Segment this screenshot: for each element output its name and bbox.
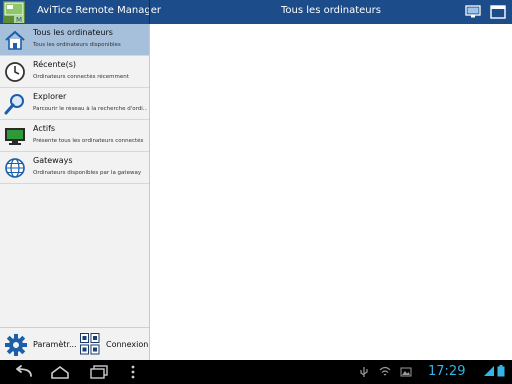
connect-button[interactable]: Connexion xyxy=(78,328,149,360)
monitor-screen-icon xyxy=(465,5,481,18)
app-title: AviTice Remote Manager xyxy=(37,5,161,16)
clock-icon xyxy=(5,62,25,82)
connect-label: Connexion xyxy=(106,340,149,349)
sidebar-item-subtitle: Tous les ordinateurs disponibles xyxy=(33,42,121,48)
wifi-signal-icon xyxy=(484,366,494,376)
sidebar-item-title: Actifs xyxy=(33,124,56,133)
sidebar-item-subtitle: Présente tous les ordinateurs connectés xyxy=(33,138,144,144)
action-bar: M AviTice Remote Manager Tous les ordina… xyxy=(0,0,512,24)
sidebar-item-title: Tous les ordinateurs xyxy=(33,28,113,37)
back-arrow-icon xyxy=(16,365,32,377)
system-navigation-bar: 17:29 xyxy=(0,360,512,384)
overflow-menu-icon xyxy=(131,365,135,379)
app-logo-icon: M xyxy=(3,1,25,23)
settings-label: Paramètr... xyxy=(33,340,77,349)
sidebar-item-title: Explorer xyxy=(33,92,67,101)
qr-grid-icon xyxy=(80,333,100,355)
sidebar-item-subtitle: Ordinateurs connectés récemment xyxy=(33,74,129,80)
sidebar-item-actifs[interactable]: Actifs Présente tous les ordinateurs con… xyxy=(0,120,149,152)
menu-button[interactable] xyxy=(126,362,140,382)
globe-icon xyxy=(5,158,25,178)
home-outline-icon xyxy=(51,366,69,379)
home-system-button[interactable] xyxy=(47,362,73,382)
back-button[interactable] xyxy=(9,362,35,382)
sidebar-footer: Paramètr... Connexion xyxy=(0,327,149,360)
sidebar-item-gateways[interactable]: Gateways Ordinateurs disponibles par la … xyxy=(0,152,149,184)
wifi-usb-icon xyxy=(379,366,391,376)
home-icon xyxy=(5,30,25,50)
gear-icon xyxy=(5,334,27,356)
usb-icon xyxy=(360,367,368,377)
clock: 17:29 xyxy=(428,364,466,379)
battery-icon xyxy=(497,365,505,377)
magnifier-icon xyxy=(4,94,24,115)
recent-apps-button[interactable] xyxy=(86,362,112,382)
sidebar-item-title: Récente(s) xyxy=(33,60,76,69)
sidebar-item-explorer[interactable]: Explorer Parcourir le réseau à la recher… xyxy=(0,88,149,120)
window-icon xyxy=(490,5,506,19)
sidebar-item-subtitle: Ordinateurs disponibles par la gateway xyxy=(33,170,142,176)
monitor-icon xyxy=(5,128,25,145)
recent-apps-icon xyxy=(90,365,108,379)
sidebar: Tous les ordinateurs Tous les ordinateur… xyxy=(0,24,149,360)
settings-button[interactable]: Paramètr... xyxy=(0,328,77,360)
sidebar-item-tous-les-ordinateurs[interactable]: Tous les ordinateurs Tous les ordinateur… xyxy=(0,24,149,56)
sidebar-item-title: Gateways xyxy=(33,156,73,165)
page-title: Tous les ordinateurs xyxy=(281,5,381,16)
sidebar-item-subtitle: Parcourir le réseau à la recherche d'ord… xyxy=(33,106,147,112)
svg-text:M: M xyxy=(16,16,22,23)
computer-list-panel xyxy=(150,24,512,360)
remote-screen-button[interactable] xyxy=(463,2,483,22)
gallery-icon xyxy=(400,367,412,377)
window-button[interactable] xyxy=(488,2,508,22)
sidebar-item-recentes[interactable]: Récente(s) Ordinateurs connectés récemme… xyxy=(0,56,149,88)
